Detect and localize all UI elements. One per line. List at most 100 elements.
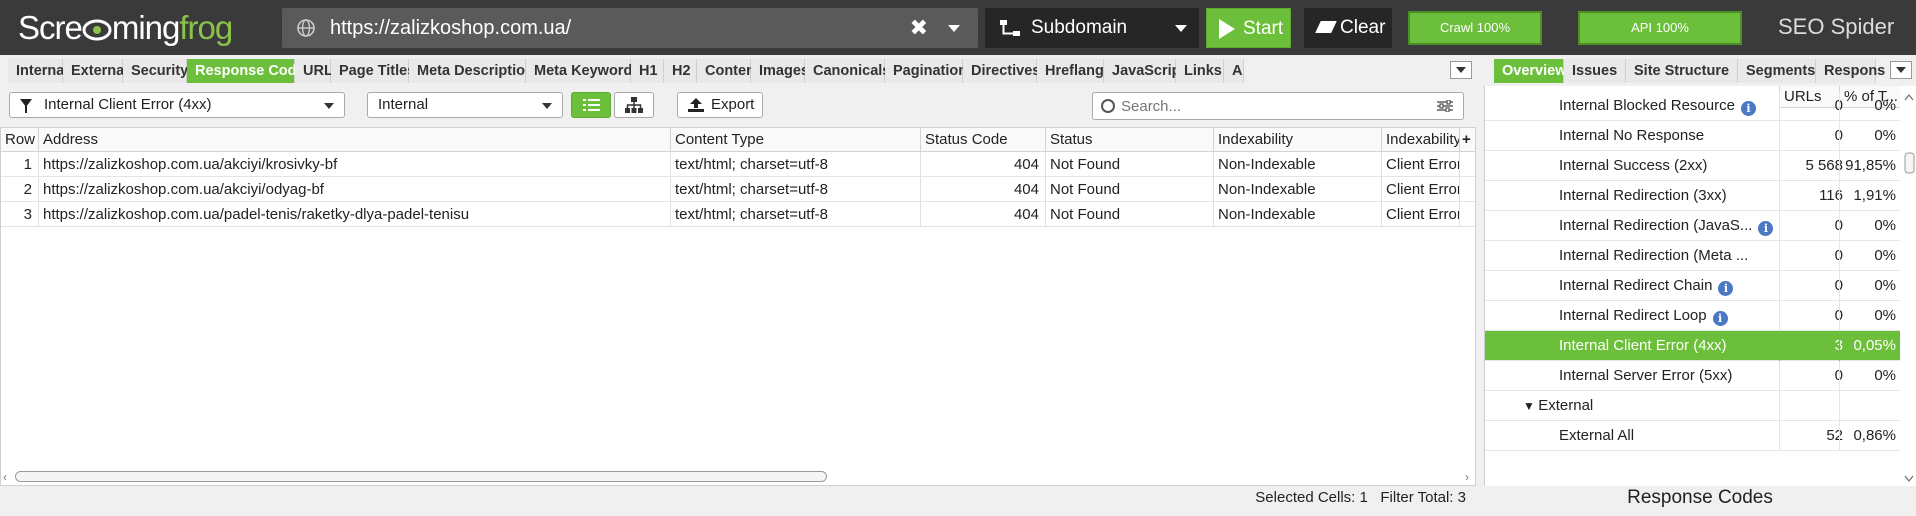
cell-indexability[interactable]: Non-Indexable [1214, 152, 1382, 177]
cell-indexability-status[interactable]: Client Error [1382, 152, 1460, 177]
right-tab-respons[interactable]: Respons [1816, 59, 1885, 83]
cell-status-code[interactable]: 404 [921, 202, 1046, 227]
cell-status-code[interactable]: 404 [921, 177, 1046, 202]
tab-directives[interactable]: Directives [963, 59, 1040, 83]
clear-url-icon[interactable]: ✖ [910, 16, 928, 40]
overview-row[interactable]: Internal Client Error (4xx) 3 0,05% [1485, 331, 1900, 361]
clear-label: Clear [1340, 17, 1386, 38]
tab-pagination[interactable]: Pagination [885, 59, 967, 83]
overview-row[interactable]: ▼ External [1485, 391, 1900, 421]
overview-row-text: External [1538, 397, 1594, 414]
column-header-indexability[interactable]: Indexability [1214, 128, 1382, 152]
tab-images[interactable]: Images [751, 59, 809, 83]
scroll-left-icon[interactable]: ‹ [3, 471, 13, 483]
column-header-row[interactable]: Row [1, 128, 39, 152]
tabs-overflow-chevron-icon[interactable] [1450, 61, 1472, 79]
add-column-icon[interactable]: + [1460, 128, 1475, 152]
overview-row[interactable]: Internal Redirect Chain i 0 0% [1485, 271, 1900, 301]
cell-content-type[interactable]: text/html; charset=utf-8 [671, 177, 921, 202]
tab-a[interactable]: A [1224, 59, 1244, 83]
tab-external[interactable]: External [63, 59, 128, 83]
overview-row-text: External All [1559, 427, 1635, 444]
cell-row-number[interactable]: 3 [1, 202, 39, 227]
scroll-right-icon[interactable]: › [1465, 471, 1475, 483]
tab-page-titles[interactable]: Page Titles [331, 59, 415, 83]
overview-row-label: Internal Client Error (4xx) [1559, 331, 1727, 361]
cell-status[interactable]: Not Found [1046, 152, 1214, 177]
column-header-status[interactable]: Status [1046, 128, 1214, 152]
overview-row[interactable]: Internal Redirection (Meta ... 0 0% [1485, 241, 1900, 271]
right-tabs-overflow-chevron-icon[interactable] [1890, 61, 1912, 79]
right-tab-segments[interactable]: Segments [1738, 59, 1816, 83]
overview-row[interactable]: Internal Success (2xx) 5 568 91,85% [1485, 151, 1900, 181]
scope-dropdown[interactable]: Internal [367, 92, 563, 118]
overview-row-percent [1839, 391, 1900, 421]
tab-javascript[interactable]: JavaScript [1104, 59, 1185, 83]
cell-status[interactable]: Not Found [1046, 202, 1214, 227]
search-box[interactable] [1092, 92, 1464, 120]
info-icon[interactable]: i [1758, 221, 1774, 236]
column-header-status-code[interactable]: Status Code [921, 128, 1046, 152]
crawl-mode-dropdown[interactable]: Subdomain [985, 8, 1199, 48]
tab-url[interactable]: URL [295, 59, 333, 83]
cell-indexability[interactable]: Non-Indexable [1214, 202, 1382, 227]
results-table: Row Address Content Type Status Code Sta… [0, 127, 1476, 486]
column-header-address[interactable]: Address [39, 128, 671, 152]
info-icon[interactable]: i [1740, 101, 1756, 116]
cell-content-type[interactable]: text/html; charset=utf-8 [671, 152, 921, 177]
right-tab-issues[interactable]: Issues [1564, 59, 1626, 83]
cell-indexability[interactable]: Non-Indexable [1214, 177, 1382, 202]
url-history-chevron-icon[interactable] [948, 25, 960, 32]
horizontal-scrollbar[interactable] [15, 471, 827, 482]
vertical-scrollbar[interactable] [1903, 90, 1915, 486]
tab-meta-description[interactable]: Meta Description [409, 59, 534, 83]
clear-button[interactable]: Clear [1304, 8, 1392, 48]
search-options-icon[interactable] [1437, 100, 1453, 112]
filter-dropdown[interactable]: Internal Client Error (4xx) [9, 92, 345, 118]
info-icon[interactable]: i [1718, 281, 1734, 296]
tab-response-codes[interactable]: Response Codes [187, 59, 313, 83]
cell-content-type[interactable]: text/html; charset=utf-8 [671, 202, 921, 227]
column-header-content-type[interactable]: Content Type [671, 128, 921, 152]
tab-internal[interactable]: Internal [8, 59, 68, 83]
overview-row[interactable]: Internal No Response 0 0% [1485, 121, 1900, 151]
search-input[interactable] [1121, 96, 1421, 116]
right-tab-overview[interactable]: Overview [1494, 59, 1567, 83]
cell-status-code[interactable]: 404 [921, 152, 1046, 177]
overview-row[interactable]: External All 52 0,86% [1485, 421, 1900, 451]
start-button[interactable]: Start [1206, 8, 1291, 48]
export-button[interactable]: Export [677, 92, 763, 118]
expand-chevron-icon[interactable]: ▼ [1523, 399, 1538, 413]
info-icon[interactable]: i [1712, 311, 1728, 326]
overview-row[interactable]: Internal Blocked Resource i 0 0% [1485, 91, 1900, 121]
tab-h1[interactable]: H1 [631, 59, 664, 83]
overview-row[interactable]: Internal Redirection (3xx) 116 1,91% [1485, 181, 1900, 211]
overview-panel: URLs % of T... Internal Blocked Resource… [1484, 86, 1916, 486]
overview-row-label: Internal Redirection (JavaS... i [1559, 211, 1774, 241]
overview-row-text: Internal No Response [1559, 127, 1705, 144]
cell-indexability-status[interactable]: Client Error [1382, 177, 1460, 202]
column-header-indexability-status[interactable]: Indexability [1382, 128, 1460, 152]
cell-row-number[interactable]: 2 [1, 177, 39, 202]
tab-links[interactable]: Links [1176, 59, 1224, 83]
tab-canonicals[interactable]: Canonicals [805, 59, 890, 83]
url-input[interactable]: https://zalizkoshop.com.ua/ ✖ [282, 8, 978, 48]
right-tab-site-structure[interactable]: Site Structure [1626, 59, 1738, 83]
tab-meta-keywords[interactable]: Meta Keywords [526, 59, 640, 83]
tab-h2[interactable]: H2 [664, 59, 697, 83]
overview-row[interactable]: Internal Redirect Loop i 0 0% [1485, 301, 1900, 331]
tab-content[interactable]: Content [697, 59, 760, 83]
cell-indexability-status[interactable]: Client Error [1382, 202, 1460, 227]
overview-row[interactable]: Internal Server Error (5xx) 0 0% [1485, 361, 1900, 391]
cell-status[interactable]: Not Found [1046, 177, 1214, 202]
tree-view-button[interactable] [614, 92, 654, 118]
tab-security[interactable]: Security [123, 59, 188, 83]
cell-address[interactable]: https://zalizkoshop.com.ua/akciyi/krosiv… [39, 152, 671, 177]
overview-row[interactable]: Internal Redirection (JavaS... i 0 0% [1485, 211, 1900, 241]
cell-address[interactable]: https://zalizkoshop.com.ua/akciyi/odyag-… [39, 177, 671, 202]
cell-address[interactable]: https://zalizkoshop.com.ua/padel-tenis/r… [39, 202, 671, 227]
cell-row-number[interactable]: 1 [1, 152, 39, 177]
list-view-button[interactable] [571, 92, 611, 118]
tab-hreflang[interactable]: Hreflang [1037, 59, 1104, 83]
overview-row-percent: 0% [1839, 91, 1900, 121]
